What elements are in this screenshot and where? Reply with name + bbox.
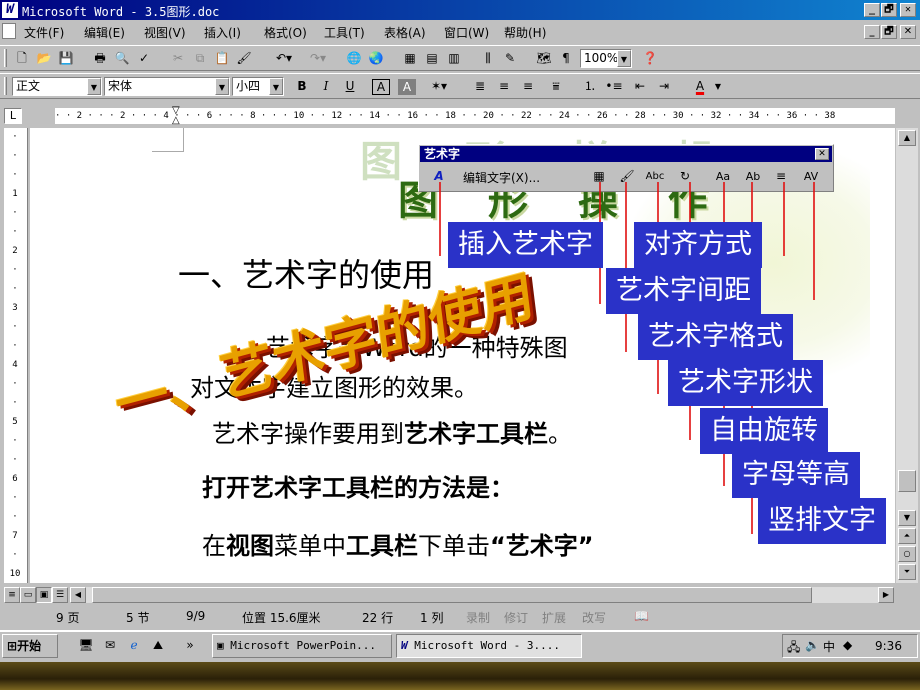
normal-view-icon[interactable]: ≡ [4, 587, 20, 603]
powerpoint-icon: ▣ [217, 639, 224, 652]
outlook-icon[interactable]: ✉ [100, 636, 120, 655]
horizontal-scrollbar: ≡ ▭ ▣ ☰ ◀ ▶ [4, 585, 918, 605]
vertical-scrollbar[interactable]: ▲ ▼ ⏶ ○ ⏷ [896, 128, 918, 583]
status-section: 5 节 [126, 611, 150, 625]
horizontal-thumb[interactable] [92, 587, 812, 603]
tray-app-icon[interactable]: ◆ [843, 638, 852, 652]
windows-logo-icon: ⊞ [7, 639, 18, 653]
taskbar: ⊞开始 🖥 ✉ ℯ ⛰ » ▣ Microsoft PowerPoin... W… [0, 630, 920, 662]
start-button[interactable]: ⊞开始 [2, 634, 58, 658]
status-ovr[interactable]: 改写 [582, 609, 606, 626]
scroll-up-icon[interactable]: ▲ [898, 130, 916, 146]
task-word[interactable]: W Microsoft Word - 3.... [396, 634, 582, 658]
system-tray: 🖧 🔈 中 ◆ 9:36 [782, 634, 918, 658]
callout-alignment: 对齐方式 [634, 222, 762, 268]
web-view-icon[interactable]: ▭ [20, 587, 36, 603]
callout-same-height: 字母等高 [732, 452, 860, 498]
status-line: 22 行 [362, 611, 394, 625]
status-trk[interactable]: 修订 [504, 609, 528, 626]
status-position: 位置 15.6厘米 [242, 611, 321, 625]
callout-shape: 艺术字形状 [668, 360, 823, 406]
callout-vertical-text: 竖排文字 [758, 498, 886, 544]
task-word-label: Microsoft Word - 3.... [414, 639, 560, 652]
status-ext[interactable]: 扩展 [542, 609, 566, 626]
spelling-status-icon[interactable]: 📖 [634, 609, 649, 623]
channels-icon[interactable]: ⛰ [148, 636, 168, 655]
task-powerpoint[interactable]: ▣ Microsoft PowerPoin... [212, 634, 392, 658]
tray-ime-icon[interactable]: 中 [823, 638, 835, 655]
tray-volume-icon[interactable]: 🔈 [805, 638, 820, 652]
ie-icon[interactable]: ℯ [124, 636, 144, 655]
callout-spacing: 艺术字间距 [606, 268, 761, 314]
quicklaunch-more[interactable]: » [180, 636, 200, 655]
callout-rotate: 自由旋转 [700, 408, 828, 454]
outline-view-icon[interactable]: ☰ [52, 587, 68, 603]
slide-bottom-decoration [0, 662, 920, 690]
word-icon: W [401, 639, 408, 652]
select-browse-object-icon[interactable]: ○ [898, 546, 916, 562]
status-pages: 9/9 [186, 609, 206, 623]
status-page: 9 页 [56, 611, 80, 625]
tray-network-icon[interactable]: 🖧 [787, 638, 800, 659]
prev-page-icon[interactable]: ⏶ [898, 528, 916, 544]
status-bar: 9 页 5 节 9/9 位置 15.6厘米 22 行 1 列 录制 修订 扩展 … [0, 606, 920, 628]
page-view-icon[interactable]: ▣ [36, 587, 52, 603]
desktop-icon[interactable]: 🖥 [76, 636, 96, 655]
status-rec[interactable]: 录制 [466, 609, 490, 626]
clock[interactable]: 9:36 [875, 639, 902, 653]
scroll-left-icon[interactable]: ◀ [70, 587, 86, 603]
scroll-down-icon[interactable]: ▼ [898, 510, 916, 526]
callout-format: 艺术字格式 [638, 314, 793, 360]
next-page-icon[interactable]: ⏷ [898, 564, 916, 580]
task-powerpoint-label: Microsoft PowerPoin... [230, 639, 376, 652]
scroll-thumb[interactable] [898, 470, 916, 492]
scroll-right-icon[interactable]: ▶ [878, 587, 894, 603]
status-column: 1 列 [420, 611, 444, 625]
start-label: 开始 [17, 639, 42, 653]
callout-insert-wordart: 插入艺术字 [448, 222, 603, 268]
